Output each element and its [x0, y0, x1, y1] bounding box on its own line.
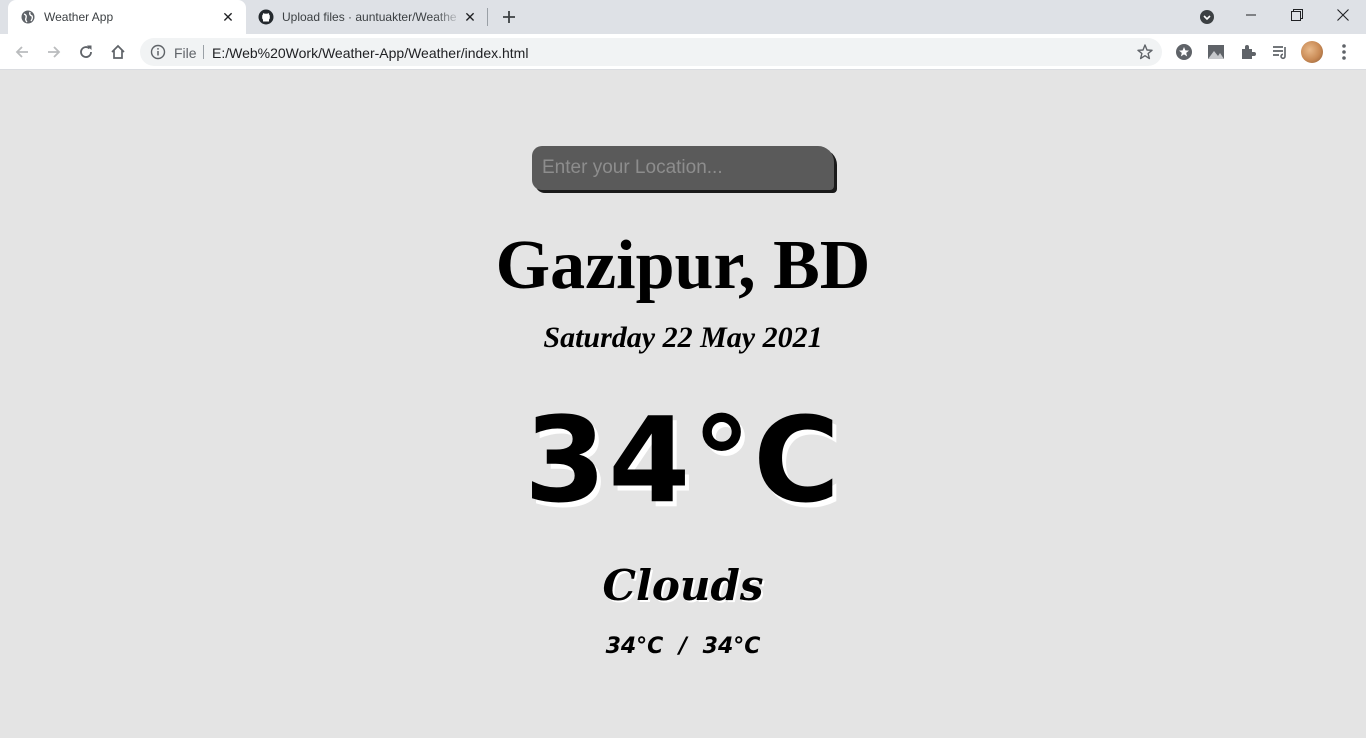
url-text[interactable]: E:/Web%20Work/Weather-App/Weather/index.…: [212, 45, 528, 61]
minimize-button[interactable]: [1228, 0, 1274, 30]
close-window-button[interactable]: [1320, 0, 1366, 30]
weather-page: Gazipur, BD Saturday 22 May 2021 34°C Cl…: [0, 71, 1366, 738]
tab-upload-files[interactable]: Upload files · auntuakter/Weathe ✕: [246, 0, 488, 34]
reading-list-icon[interactable]: [1270, 42, 1290, 62]
new-tab-button[interactable]: [498, 6, 520, 28]
reload-button[interactable]: [74, 40, 98, 64]
url-scheme-label: File: [174, 45, 197, 61]
weather-condition: Clouds: [602, 561, 764, 610]
tab-title: Upload files · auntuakter/Weathe: [282, 10, 457, 24]
profile-avatar[interactable]: [1301, 41, 1323, 63]
city-name: Gazipur, BD: [495, 227, 871, 304]
info-icon[interactable]: [150, 44, 166, 60]
tab-title: Weather App: [44, 10, 114, 24]
bookmark-star-icon[interactable]: [1136, 43, 1154, 61]
close-tab-icon[interactable]: ✕: [462, 9, 478, 25]
tab-search-icon[interactable]: [1198, 8, 1216, 26]
forward-button[interactable]: [42, 40, 66, 64]
close-tab-icon[interactable]: ✕: [220, 9, 236, 25]
address-bar[interactable]: File E:/Web%20Work/Weather-App/Weather/i…: [140, 38, 1162, 66]
current-date: Saturday 22 May 2021: [543, 321, 823, 354]
address-divider: [203, 45, 204, 59]
restore-button[interactable]: [1274, 0, 1320, 30]
back-button[interactable]: [10, 40, 34, 64]
puzzle-extensions-icon[interactable]: [1238, 42, 1258, 62]
location-search-input[interactable]: [532, 146, 834, 190]
home-button[interactable]: [106, 40, 130, 64]
tab-strip: Weather App ✕ Upload files · auntuakter/…: [0, 0, 1366, 34]
browser-menu-icon[interactable]: [1334, 42, 1354, 62]
tab-weather-app[interactable]: Weather App ✕: [8, 0, 246, 34]
image-extension-icon[interactable]: [1206, 42, 1226, 62]
globe-icon: [20, 9, 36, 25]
min-max-temperature: 34°C / 34°C: [605, 634, 761, 659]
browser-toolbar: File E:/Web%20Work/Weather-App/Weather/i…: [0, 34, 1366, 70]
tab-divider: [487, 8, 488, 26]
github-icon: [258, 9, 274, 25]
extension-badge-icon[interactable]: [1174, 42, 1194, 62]
current-temperature: 34°C: [524, 391, 842, 529]
